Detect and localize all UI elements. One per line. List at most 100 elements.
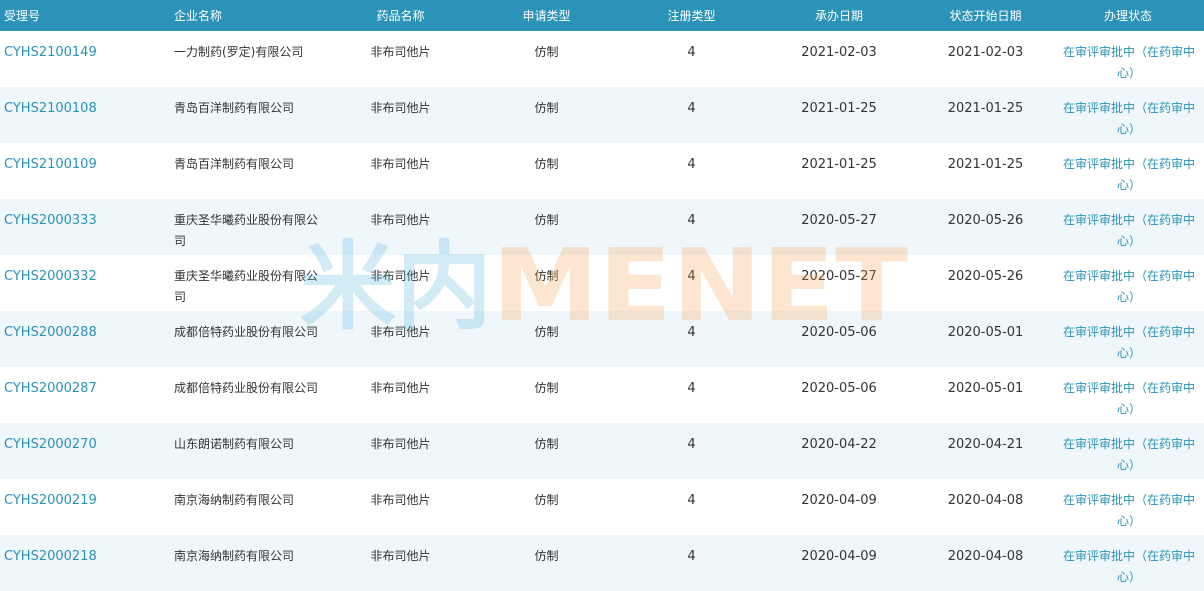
status-start-date-cell: 2020-05-01 <box>947 325 1024 340</box>
company-cell: 青岛百洋制药有限公司 <box>174 101 295 115</box>
company-cell: 山东朗诺制药有限公司 <box>174 437 295 451</box>
company-cell: 成都倍特药业股份有限公司 <box>174 381 319 395</box>
status-start-date-cell: 2021-01-25 <box>947 101 1024 116</box>
acceptance-no-link[interactable]: CYHS2000287 <box>4 381 97 396</box>
company-cell: 重庆圣华曦药业股份有限公司 <box>174 213 319 248</box>
table-header-row: 受理号 企业名称 药品名称 申请类型 注册类型 承办日期 状态开始日期 办理状态 <box>0 0 1204 31</box>
drug-name-cell: 非布司他片 <box>370 437 431 451</box>
table-row[interactable]: CYHS2100108 青岛百洋制药有限公司 非布司他片 仿制 4 2021-01-25 2… <box>0 87 1204 143</box>
undertake-date-cell: 2020-05-27 <box>801 269 877 284</box>
company-cell: 一力制药(罗定)有限公司 <box>174 45 304 59</box>
application-type-cell: 仿制 <box>534 45 559 59</box>
acceptance-no-cell: CYHS2000332 <box>0 255 170 311</box>
registration-type-cell: 4 <box>687 325 696 340</box>
acceptance-no-cell: CYHS2000288 <box>0 311 170 367</box>
application-type-cell: 仿制 <box>534 213 559 227</box>
application-type-cell: 仿制 <box>534 437 559 451</box>
column-header-registration-type[interactable]: 注册类型 <box>624 0 759 31</box>
acceptance-no-cell: CYHS2100108 <box>0 87 170 143</box>
acceptance-no-cell: CYHS2000219 <box>0 479 170 535</box>
table-row[interactable]: CYHS2000270 山东朗诺制药有限公司 非布司他片 仿制 4 2020-04-22 2… <box>0 423 1204 479</box>
undertake-date-cell: 2020-04-22 <box>801 437 877 452</box>
table-row[interactable]: CYHS2100109 青岛百洋制药有限公司 非布司他片 仿制 4 2021-01-25 2… <box>0 143 1204 199</box>
table-row[interactable]: CYHS2000287 成都倍特药业股份有限公司 非布司他片 仿制 4 2020-05-0… <box>0 367 1204 423</box>
acceptance-no-link[interactable]: CYHS2000270 <box>4 437 97 452</box>
undertake-date-cell: 2020-04-09 <box>801 493 877 508</box>
status-start-date-cell: 2020-05-01 <box>947 381 1024 396</box>
status-cell: 在审评审批中（在药审中心） <box>1062 157 1195 192</box>
status-cell: 在审评审批中（在药审中心） <box>1062 45 1195 80</box>
column-header-status-start-date[interactable]: 状态开始日期 <box>919 0 1052 31</box>
status-start-date-cell: 2020-05-26 <box>947 269 1024 284</box>
column-header-status[interactable]: 办理状态 <box>1052 0 1204 31</box>
drug-name-cell: 非布司他片 <box>370 45 431 59</box>
application-type-cell: 仿制 <box>534 549 559 563</box>
company-cell: 南京海纳制药有限公司 <box>174 493 295 507</box>
status-cell: 在审评审批中（在药审中心） <box>1062 549 1195 584</box>
status-cell: 在审评审批中（在药审中心） <box>1062 269 1195 304</box>
acceptance-no-link[interactable]: CYHS2000288 <box>4 325 97 340</box>
status-start-date-cell: 2020-04-21 <box>947 437 1024 452</box>
drug-name-cell: 非布司他片 <box>370 325 431 339</box>
status-cell: 在审评审批中（在药审中心） <box>1062 437 1195 472</box>
column-header-acceptance-no[interactable]: 受理号 <box>0 0 170 31</box>
registration-type-cell: 4 <box>687 549 696 564</box>
application-type-cell: 仿制 <box>534 493 559 507</box>
table-row[interactable]: CYHS2000219 南京海纳制药有限公司 非布司他片 仿制 4 2020-04-09 2… <box>0 479 1204 535</box>
application-type-cell: 仿制 <box>534 269 559 283</box>
drug-name-cell: 非布司他片 <box>370 549 431 563</box>
acceptance-no-link[interactable]: CYHS2000332 <box>4 269 97 284</box>
status-start-date-cell: 2020-05-26 <box>947 213 1024 228</box>
table-row[interactable]: CYHS2100149 一力制药(罗定)有限公司 非布司他片 仿制 4 2021-02-0… <box>0 31 1204 87</box>
table-row[interactable]: CYHS2000218 南京海纳制药有限公司 非布司他片 仿制 4 2020-04-09 2… <box>0 535 1204 591</box>
acceptance-no-link[interactable]: CYHS2000219 <box>4 493 97 508</box>
status-start-date-cell: 2020-04-08 <box>947 493 1024 508</box>
column-header-company[interactable]: 企业名称 <box>170 0 332 31</box>
registration-type-cell: 4 <box>687 493 696 508</box>
undertake-date-cell: 2021-02-03 <box>801 45 877 60</box>
acceptance-no-cell: CYHS2000333 <box>0 199 170 255</box>
column-header-application-type[interactable]: 申请类型 <box>469 0 624 31</box>
registration-table: 受理号 企业名称 药品名称 申请类型 注册类型 承办日期 状态开始日期 办理状态… <box>0 0 1204 591</box>
application-type-cell: 仿制 <box>534 325 559 339</box>
undertake-date-cell: 2021-01-25 <box>801 101 877 116</box>
drug-name-cell: 非布司他片 <box>370 157 431 171</box>
status-cell: 在审评审批中（在药审中心） <box>1062 325 1195 360</box>
table-row[interactable]: CYHS2000333 重庆圣华曦药业股份有限公司 非布司他片 仿制 4 2020-05-… <box>0 199 1204 255</box>
status-start-date-cell: 2021-02-03 <box>947 45 1024 60</box>
acceptance-no-cell: CYHS2100109 <box>0 143 170 199</box>
acceptance-no-cell: CYHS2000270 <box>0 423 170 479</box>
registration-type-cell: 4 <box>687 157 696 172</box>
undertake-date-cell: 2020-05-06 <box>801 381 877 396</box>
registration-type-cell: 4 <box>687 269 696 284</box>
application-type-cell: 仿制 <box>534 101 559 115</box>
acceptance-no-link[interactable]: CYHS2100149 <box>4 45 97 60</box>
column-header-undertake-date[interactable]: 承办日期 <box>759 0 919 31</box>
application-type-cell: 仿制 <box>534 157 559 171</box>
table-row[interactable]: CYHS2000332 重庆圣华曦药业股份有限公司 非布司他片 仿制 4 2020-05-… <box>0 255 1204 311</box>
undertake-date-cell: 2021-01-25 <box>801 157 877 172</box>
status-start-date-cell: 2021-01-25 <box>947 157 1024 172</box>
acceptance-no-link[interactable]: CYHS2100108 <box>4 101 97 116</box>
undertake-date-cell: 2020-05-06 <box>801 325 877 340</box>
status-cell: 在审评审批中（在药审中心） <box>1062 493 1195 528</box>
acceptance-no-link[interactable]: CYHS2000333 <box>4 213 97 228</box>
drug-name-cell: 非布司他片 <box>370 101 431 115</box>
registration-type-cell: 4 <box>687 101 696 116</box>
drug-name-cell: 非布司他片 <box>370 381 431 395</box>
application-type-cell: 仿制 <box>534 381 559 395</box>
table-row[interactable]: CYHS2000288 成都倍特药业股份有限公司 非布司他片 仿制 4 2020-05-0… <box>0 311 1204 367</box>
status-cell: 在审评审批中（在药审中心） <box>1062 213 1195 248</box>
table-body: CYHS2100149 一力制药(罗定)有限公司 非布司他片 仿制 4 2021-02-0… <box>0 31 1204 591</box>
company-cell: 重庆圣华曦药业股份有限公司 <box>174 269 319 304</box>
status-cell: 在审评审批中（在药审中心） <box>1062 381 1195 416</box>
company-cell: 青岛百洋制药有限公司 <box>174 157 295 171</box>
acceptance-no-link[interactable]: CYHS2100109 <box>4 157 97 172</box>
company-cell: 南京海纳制药有限公司 <box>174 549 295 563</box>
drug-name-cell: 非布司他片 <box>370 493 431 507</box>
acceptance-no-cell: CYHS2000218 <box>0 535 170 591</box>
column-header-drug-name[interactable]: 药品名称 <box>332 0 469 31</box>
drug-name-cell: 非布司他片 <box>370 269 431 283</box>
registration-type-cell: 4 <box>687 45 696 60</box>
acceptance-no-cell: CYHS2000287 <box>0 367 170 423</box>
